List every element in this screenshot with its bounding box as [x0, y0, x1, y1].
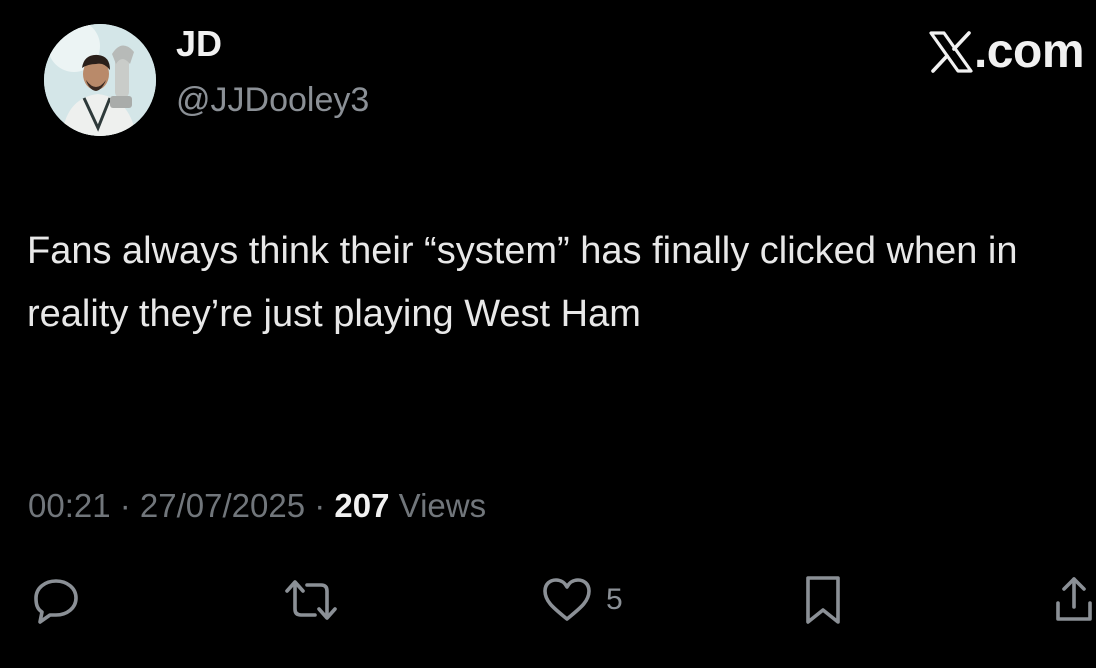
tweet-meta: 00:21 · 27/07/2025 · 207 Views	[28, 484, 486, 528]
brand-logo: .com	[928, 25, 1085, 78]
share-icon	[1056, 577, 1092, 621]
views-label: Views	[389, 487, 487, 524]
tweet-card: JD @JJDooley3 .com Fans always think the…	[0, 0, 1096, 668]
x-logo-icon	[929, 31, 973, 73]
tweet-text: Fans always think their “system” has fin…	[27, 230, 1018, 335]
bookmark-button[interactable]	[800, 570, 846, 630]
tweet-date[interactable]: 27/07/2025	[140, 487, 305, 524]
brand-domain: .com	[973, 25, 1085, 78]
tweet-time[interactable]: 00:21	[28, 487, 111, 524]
meta-separator: ·	[110, 487, 140, 524]
share-button[interactable]	[1052, 570, 1096, 630]
avatar[interactable]	[44, 24, 156, 136]
views-count: 207	[334, 487, 390, 524]
like-button[interactable]: 5	[540, 570, 623, 630]
retweet-icon	[285, 580, 337, 620]
bookmark-icon	[806, 576, 840, 624]
display-name[interactable]: JD	[176, 22, 222, 66]
avatar-photo	[44, 24, 156, 136]
action-bar: 5	[0, 570, 1096, 630]
meta-separator: ·	[305, 487, 335, 524]
like-count: 5	[606, 583, 623, 616]
reply-icon	[34, 579, 78, 624]
retweet-button[interactable]	[281, 570, 341, 630]
user-handle[interactable]: @JJDooley3	[176, 78, 369, 122]
reply-button[interactable]	[30, 570, 82, 630]
heart-icon	[543, 578, 591, 621]
